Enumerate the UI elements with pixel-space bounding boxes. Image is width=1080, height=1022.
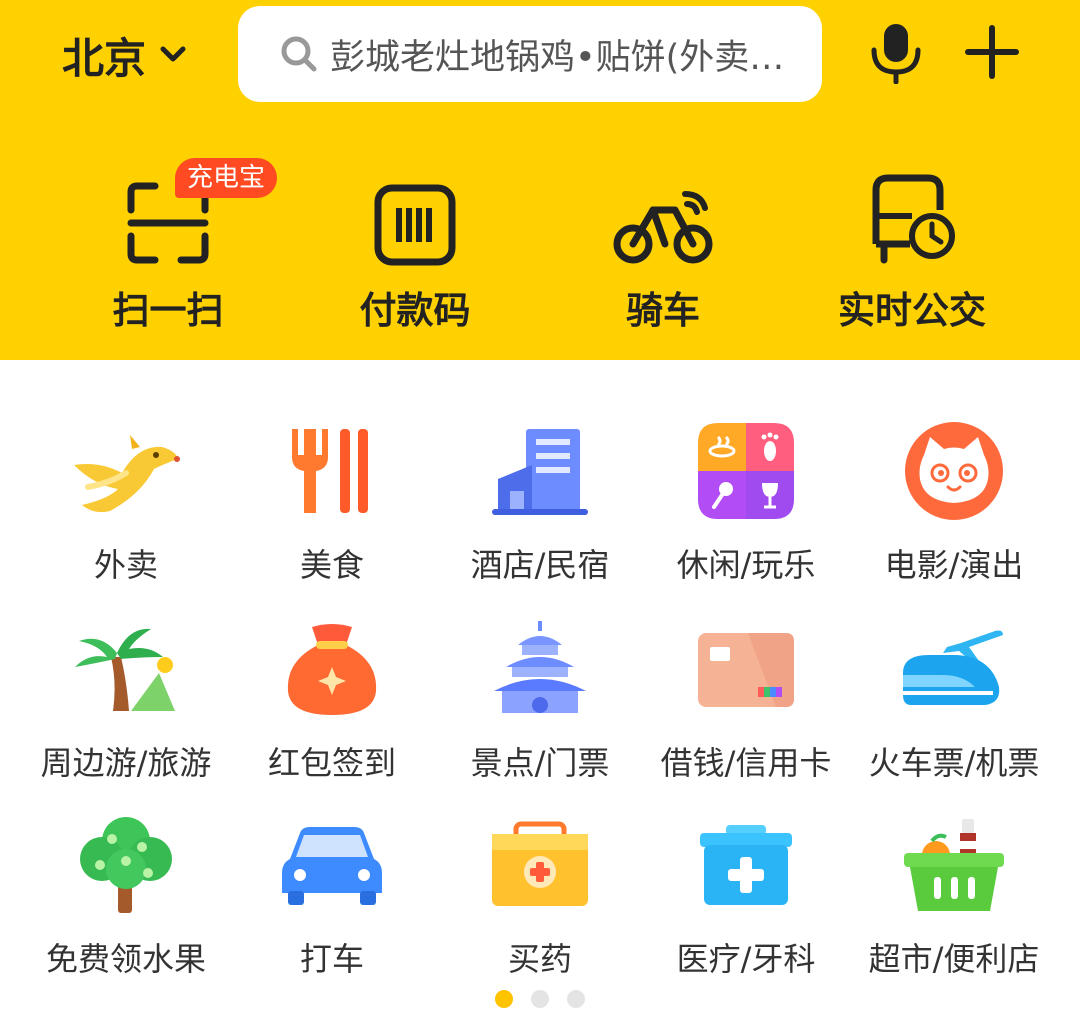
page-dot[interactable] bbox=[567, 990, 585, 1008]
service-medical[interactable]: 医疗/牙科 bbox=[638, 810, 854, 980]
service-label: 火车票/机票 bbox=[868, 744, 1040, 782]
service-taxi[interactable]: 打车 bbox=[224, 810, 440, 980]
medicine-box-icon bbox=[492, 821, 588, 906]
bicycle-icon bbox=[613, 191, 713, 264]
microphone-icon[interactable] bbox=[868, 22, 924, 84]
service-food[interactable]: 美食 bbox=[224, 416, 440, 586]
plus-icon[interactable] bbox=[964, 24, 1020, 80]
page-indicator bbox=[0, 990, 1080, 1008]
fruit-tree-icon bbox=[80, 817, 172, 913]
service-tickets[interactable]: 火车票/机票 bbox=[846, 614, 1062, 784]
quick-action-bike[interactable]: 骑车 bbox=[538, 170, 788, 334]
search-placeholder: 彭城老灶地锅鸡•贴饼(外卖… bbox=[330, 37, 785, 78]
service-supermarket[interactable]: 超市/便利店 bbox=[846, 810, 1062, 980]
kangaroo-icon bbox=[74, 435, 180, 513]
leisure-grid-icon bbox=[698, 423, 794, 519]
city-name: 北京 bbox=[62, 33, 147, 83]
service-free-fruit[interactable]: 免费领水果 bbox=[18, 810, 234, 980]
service-label: 买药 bbox=[507, 940, 572, 978]
barcode-icon bbox=[374, 184, 456, 266]
chevron-down-icon bbox=[160, 46, 186, 62]
medical-kit-icon bbox=[700, 825, 792, 905]
temple-icon bbox=[494, 621, 586, 713]
service-label: 超市/便利店 bbox=[868, 940, 1040, 978]
quick-action-bus[interactable]: 实时公交 bbox=[787, 170, 1037, 334]
service-label: 红包签到 bbox=[267, 744, 396, 782]
city-selector[interactable]: 北京 bbox=[62, 30, 186, 83]
quick-action-label: 实时公交 bbox=[838, 289, 986, 332]
service-red-envelope[interactable]: 红包签到 bbox=[224, 614, 440, 784]
service-label: 酒店/民宿 bbox=[470, 546, 610, 584]
service-travel[interactable]: 周边游/旅游 bbox=[18, 614, 234, 784]
quick-action-label: 付款码 bbox=[359, 289, 471, 332]
page-dot[interactable] bbox=[531, 990, 549, 1008]
service-label: 打车 bbox=[299, 940, 364, 978]
service-label: 电影/演出 bbox=[884, 546, 1024, 584]
search-bar[interactable]: 彭城老灶地锅鸡•贴饼(外卖… bbox=[238, 6, 822, 102]
palm-tree-icon bbox=[75, 628, 175, 711]
hotel-building-icon bbox=[492, 429, 588, 515]
service-hotel[interactable]: 酒店/民宿 bbox=[432, 416, 648, 586]
service-movie[interactable]: 电影/演出 bbox=[846, 416, 1062, 586]
service-label: 借钱/信用卡 bbox=[660, 744, 832, 782]
quick-action-pay-code[interactable]: 付款码 bbox=[290, 170, 540, 334]
service-label: 外卖 bbox=[93, 546, 158, 584]
service-label: 医疗/牙科 bbox=[676, 940, 816, 978]
credit-card-icon bbox=[698, 633, 794, 707]
charger-badge: 充电宝 bbox=[175, 158, 278, 198]
service-label: 景点/门票 bbox=[470, 744, 610, 782]
search-icon bbox=[281, 36, 317, 72]
fork-chopsticks-icon bbox=[292, 429, 368, 513]
train-plane-icon bbox=[903, 630, 1003, 705]
service-credit[interactable]: 借钱/信用卡 bbox=[638, 614, 854, 784]
service-attractions[interactable]: 景点/门票 bbox=[432, 614, 648, 784]
service-takeout[interactable]: 外卖 bbox=[18, 416, 234, 586]
quick-action-label: 骑车 bbox=[626, 289, 700, 332]
car-icon bbox=[282, 827, 382, 905]
service-label: 美食 bbox=[299, 546, 364, 584]
shopping-basket-icon bbox=[904, 819, 1004, 911]
quick-action-label: 扫一扫 bbox=[112, 289, 224, 332]
cat-face-icon bbox=[905, 422, 1003, 520]
top-header: 北京 彭城老灶地锅鸡•贴饼(外卖… 扫一扫 充电宝 付款码 骑车 实时公交 bbox=[0, 0, 1080, 360]
service-label: 周边游/旅游 bbox=[40, 744, 212, 782]
red-envelope-bag-icon bbox=[287, 624, 377, 715]
service-label: 免费领水果 bbox=[45, 940, 206, 978]
service-medicine[interactable]: 买药 bbox=[432, 810, 648, 980]
service-label: 休闲/玩乐 bbox=[676, 546, 816, 584]
service-leisure[interactable]: 休闲/玩乐 bbox=[638, 416, 854, 586]
bus-clock-icon bbox=[872, 174, 955, 264]
page-dot-active[interactable] bbox=[495, 990, 513, 1008]
